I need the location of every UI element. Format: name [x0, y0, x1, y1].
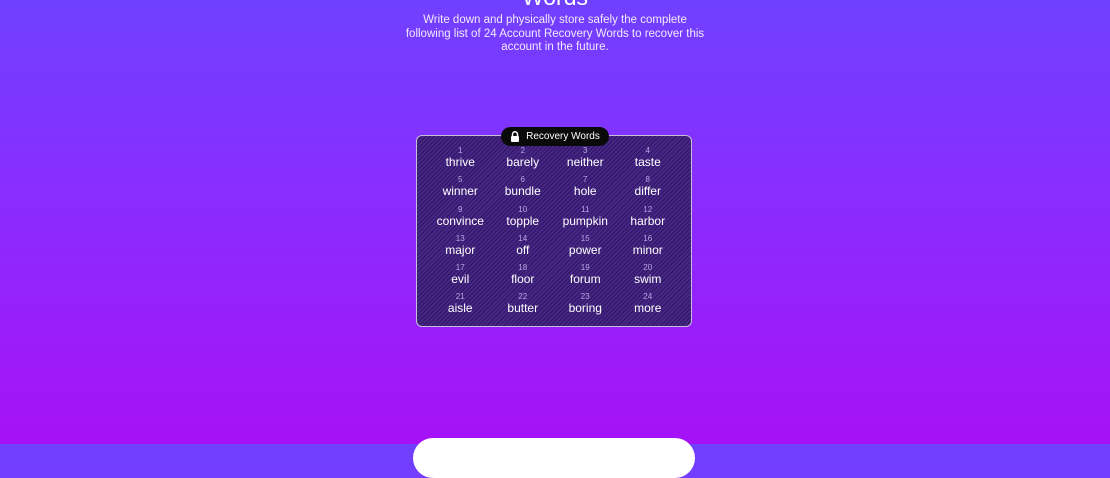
word-text: minor — [632, 242, 663, 257]
word-text: taste — [634, 155, 661, 169]
word-text: thrive — [445, 155, 475, 169]
word-item: 17 evil — [429, 263, 492, 292]
word-item: 21 aisle — [429, 292, 492, 321]
word-number: 12 — [643, 204, 653, 214]
word-number: 16 — [643, 233, 653, 243]
word-number: 24 — [643, 292, 653, 302]
word-number: 15 — [580, 233, 590, 243]
word-number: 18 — [518, 263, 528, 273]
word-item: 12 harbor — [617, 205, 680, 234]
word-item: 22 butter — [492, 292, 555, 321]
word-number: 7 — [583, 175, 588, 185]
word-item: 24 more — [617, 292, 680, 321]
word-number: 19 — [580, 263, 590, 273]
word-number: 23 — [580, 292, 590, 302]
word-text: power — [568, 242, 602, 257]
word-number: 5 — [458, 175, 463, 185]
word-item: 19 forum — [554, 263, 617, 292]
word-item: 18 floor — [492, 263, 555, 292]
word-item: 4 taste — [617, 146, 680, 175]
word-number: 10 — [518, 204, 528, 214]
word-text: pumpkin — [562, 213, 608, 228]
word-text: hole — [573, 184, 597, 199]
word-number: 1 — [458, 146, 463, 155]
word-item: 3 neither — [554, 146, 617, 175]
word-text: aisle — [447, 301, 473, 316]
word-text: boring — [568, 301, 602, 316]
recovery-words-badge: Recovery Words — [501, 127, 609, 146]
word-number: 22 — [518, 292, 528, 302]
word-number: 14 — [518, 233, 528, 243]
word-number: 4 — [645, 146, 650, 155]
word-item: 5 winner — [429, 175, 492, 204]
word-number: 9 — [458, 204, 463, 214]
recovery-word-grid: 1 thrive 2 barely 3 neither 4 taste 5 winner … — [429, 146, 679, 322]
word-item: 9 convince — [429, 205, 492, 234]
lock-icon — [511, 131, 520, 142]
word-number: 6 — [520, 175, 525, 185]
word-text: more — [634, 301, 662, 316]
word-text: convince — [436, 213, 484, 228]
word-text: winner — [442, 184, 478, 199]
word-item: 7 hole — [554, 175, 617, 204]
word-item: 13 major — [429, 234, 492, 263]
word-text: differ — [634, 184, 661, 199]
word-text: forum — [569, 272, 601, 287]
word-text: off — [516, 242, 530, 257]
word-number: 17 — [455, 263, 465, 273]
word-item: 2 barely — [492, 146, 555, 175]
word-number: 21 — [455, 292, 465, 302]
word-text: topple — [506, 213, 540, 228]
page-title: Words — [0, 0, 1110, 10]
word-text: swim — [634, 272, 662, 287]
word-item: 8 differ — [617, 175, 680, 204]
word-item: 23 boring — [554, 292, 617, 321]
word-number: 3 — [583, 146, 588, 155]
word-text: major — [445, 242, 476, 257]
word-text: butter — [507, 301, 539, 316]
word-text: bundle — [504, 184, 541, 199]
badge-label: Recovery Words — [526, 131, 600, 142]
word-item: 15 power — [554, 234, 617, 263]
word-number: 20 — [643, 263, 653, 273]
word-text: evil — [451, 272, 470, 287]
word-text: barely — [506, 155, 540, 169]
word-item: 20 swim — [617, 263, 680, 292]
word-number: 8 — [645, 175, 650, 185]
word-item: 1 thrive — [429, 146, 492, 175]
word-item: 11 pumpkin — [554, 205, 617, 234]
word-text: harbor — [630, 213, 666, 228]
page-description: Write down and physically store safely t… — [405, 14, 705, 53]
word-number: 11 — [581, 204, 590, 214]
word-number: 2 — [520, 146, 525, 155]
word-item: 6 bundle — [492, 175, 555, 204]
word-item: 10 topple — [492, 205, 555, 234]
word-item: 16 minor — [617, 234, 680, 263]
word-item: 14 off — [492, 234, 555, 263]
word-number: 13 — [455, 233, 465, 243]
word-text: floor — [511, 272, 535, 287]
word-text: neither — [566, 155, 604, 169]
continue-button[interactable] — [413, 438, 695, 478]
